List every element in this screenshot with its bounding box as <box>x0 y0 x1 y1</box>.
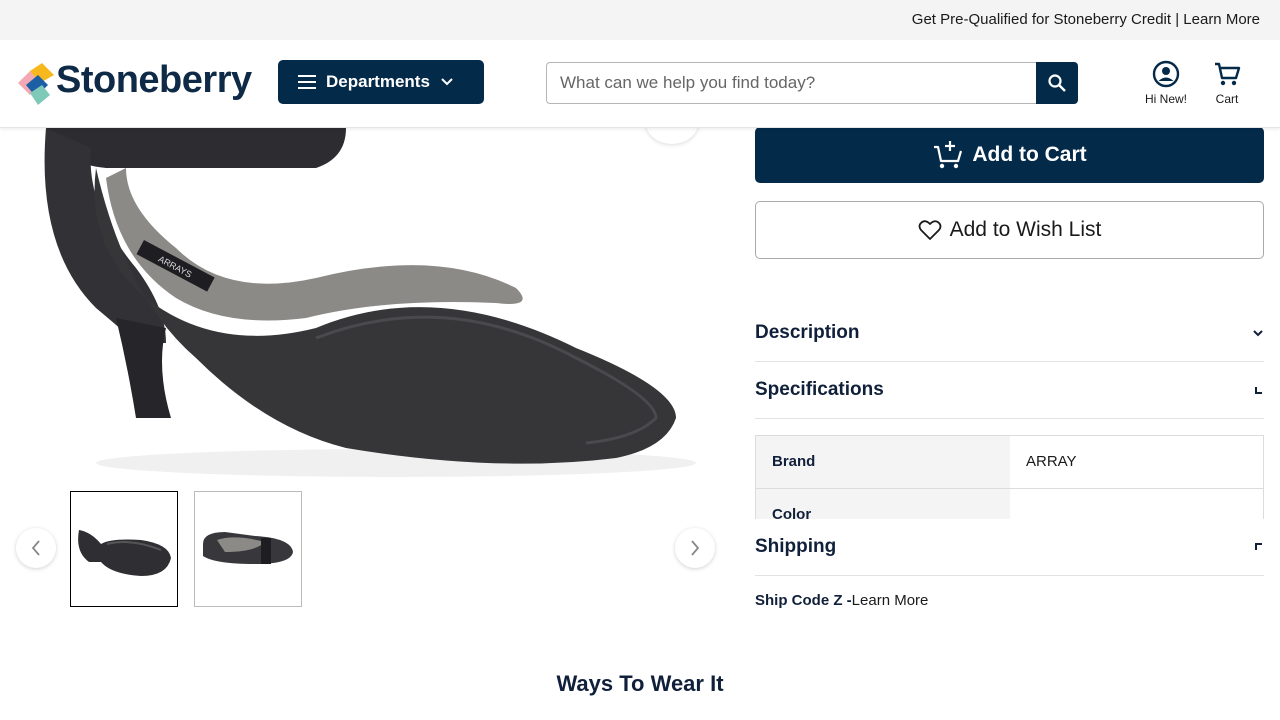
chevron-down-icon <box>441 78 453 86</box>
add-to-wishlist-label: Add to Wish List <box>949 218 1102 241</box>
account-icon <box>1152 60 1180 88</box>
thumbnail-2[interactable] <box>194 491 302 607</box>
product-main-image[interactable]: ARRAYS <box>16 128 718 492</box>
site-header: Stoneberry Departments Hi New! <box>0 40 1280 128</box>
spec-value: ARRAY <box>1026 453 1077 470</box>
thumbnail-prev-button[interactable] <box>16 528 56 568</box>
credit-promo-link[interactable]: Get Pre-Qualified for Stoneberry Credit … <box>912 11 1260 28</box>
chevron-left-icon <box>31 540 40 556</box>
departments-button[interactable]: Departments <box>278 60 484 104</box>
collapse-icon <box>1255 543 1262 550</box>
ship-code-line: Ship Code Z -Learn More <box>755 592 928 609</box>
add-to-cart-button[interactable]: Add to Cart <box>755 127 1264 183</box>
collapse-icon <box>1255 387 1262 394</box>
ship-code: Ship Code Z - <box>755 592 852 609</box>
description-title: Description <box>755 322 860 343</box>
add-to-wishlist-button[interactable]: Add to Wish List <box>755 201 1264 259</box>
departments-label: Departments <box>326 72 430 91</box>
heart-icon <box>918 220 942 240</box>
shipping-accordion[interactable]: Shipping <box>755 519 1264 576</box>
logo-mark-icon <box>18 63 54 105</box>
spec-row-color: Color <box>756 489 1263 519</box>
promo-bar: Get Pre-Qualified for Stoneberry Credit … <box>0 0 1280 40</box>
add-cart-icon <box>934 141 963 169</box>
specifications-accordion[interactable]: Specifications <box>755 362 1264 419</box>
cart-button[interactable]: Cart <box>1204 60 1250 106</box>
specifications-title: Specifications <box>755 379 884 400</box>
shoe-image: ARRAYS <box>16 128 718 492</box>
description-accordion[interactable]: Description <box>755 305 1264 362</box>
account-button[interactable]: Hi New! <box>1140 60 1192 106</box>
search-button[interactable] <box>1036 62 1078 104</box>
add-to-cart-label: Add to Cart <box>972 143 1087 166</box>
thumbnail-1[interactable] <box>70 491 178 607</box>
search-icon <box>1048 74 1066 92</box>
spec-key: Brand <box>756 436 1010 488</box>
stoneberry-logo[interactable]: Stoneberry <box>16 59 252 107</box>
thumbnail-next-button[interactable] <box>675 528 715 568</box>
logo-wordmark: Stoneberry <box>56 59 252 101</box>
ways-to-wear-heading: Ways To Wear It <box>556 671 724 696</box>
menu-icon <box>298 75 316 89</box>
shoe-side-thumbnail <box>78 530 171 576</box>
shoe-top-thumbnail <box>203 532 293 564</box>
spec-value <box>1010 489 1263 519</box>
account-label: Hi New! <box>1144 92 1187 106</box>
spec-row-brand: Brand ARRAY <box>756 436 1263 489</box>
ship-learn-more-link[interactable]: Learn More <box>852 592 929 609</box>
cart-icon <box>1215 62 1241 86</box>
chevron-right-icon <box>691 540 700 556</box>
specifications-table: Brand ARRAY Color <box>755 435 1264 519</box>
search-input[interactable] <box>546 62 1036 104</box>
search-bar <box>546 62 1078 104</box>
spec-key: Color <box>756 489 1010 519</box>
chevron-down-icon <box>1253 330 1263 337</box>
shipping-title: Shipping <box>755 536 837 557</box>
cart-label: Cart <box>1215 92 1239 106</box>
